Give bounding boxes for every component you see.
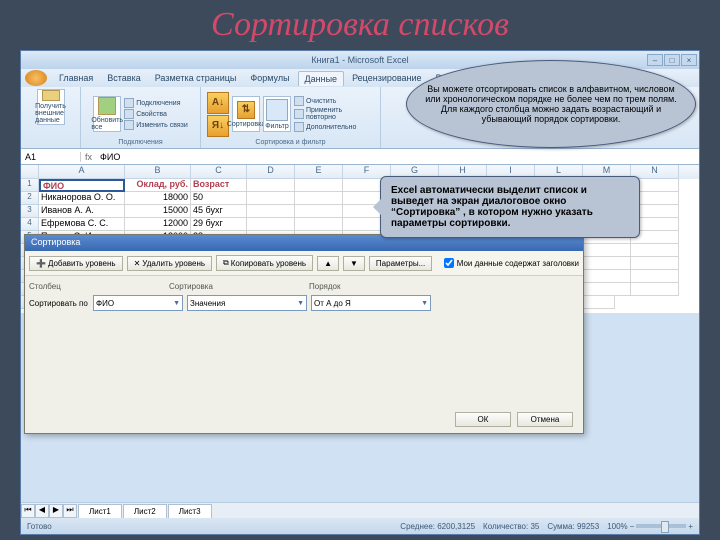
callout-bubble: Вы можете отсортировать список в алфавит… [406, 60, 696, 148]
tab-insert[interactable]: Вставка [101, 71, 146, 85]
sheet-tab[interactable]: Лист1 [78, 504, 122, 518]
col-header[interactable]: B [125, 165, 191, 179]
status-avg: Среднее: 6200,3125 [400, 522, 475, 531]
tab-data[interactable]: Данные [298, 71, 345, 86]
minimize-icon[interactable]: – [647, 54, 663, 66]
sheet-tab[interactable]: Лист2 [123, 504, 167, 518]
callout-box: Excel автоматически выделит список и выв… [380, 176, 640, 238]
col-header[interactable]: C [191, 165, 247, 179]
chevron-down-icon: ▼ [173, 300, 180, 307]
slide-title: Сортировка списков [0, 0, 720, 46]
sheet-tab[interactable]: Лист3 [168, 504, 212, 518]
window-title: Книга1 - Microsoft Excel [311, 55, 408, 65]
name-box[interactable]: A1 [21, 152, 81, 162]
office-button[interactable] [25, 70, 47, 86]
get-external-data-button[interactable]: Получить внешние данные [37, 89, 65, 125]
copy-level-button[interactable]: ⧉Копировать уровень [216, 255, 313, 271]
sheet-tabs: ⏮◀▶⏭ Лист1 Лист2 Лист3 [21, 502, 699, 518]
filter-button[interactable]: Фильтр [263, 96, 291, 132]
formula-value[interactable]: ФИО [96, 152, 124, 162]
maximize-icon[interactable]: □ [664, 54, 680, 66]
status-ready: Готово [27, 522, 52, 531]
field-select[interactable]: ФИО▼ [93, 295, 183, 311]
type-select[interactable]: Значения▼ [187, 295, 307, 311]
connections-button[interactable]: Подключения [124, 98, 188, 108]
sort-za-icon[interactable]: Я↓ [207, 115, 229, 137]
cancel-button[interactable]: Отмена [517, 412, 573, 427]
properties-button[interactable]: Свойства [124, 109, 188, 119]
add-level-button[interactable]: ➕Добавить уровень [29, 256, 123, 271]
last-sheet-icon[interactable]: ⏭ [63, 504, 77, 518]
move-down-button[interactable]: ▼ [343, 256, 365, 271]
fx-icon[interactable]: fx [81, 152, 96, 162]
sortby-label: Сортировать по [29, 299, 89, 308]
chevron-down-icon: ▼ [421, 300, 428, 307]
zoom-slider[interactable]: 100%−+ [607, 522, 693, 531]
clear-filter-button[interactable]: Очистить [294, 96, 374, 106]
status-bar: Готово Среднее: 6200,3125 Количество: 35… [21, 518, 699, 534]
edit-links-button[interactable]: Изменить связи [124, 120, 188, 130]
first-sheet-icon[interactable]: ⏮ [21, 504, 35, 518]
advanced-button[interactable]: Дополнительно [294, 122, 374, 132]
refresh-all-button[interactable]: Обновить все [93, 96, 121, 132]
reapply-button[interactable]: Применить повторно [294, 107, 374, 121]
tab-layout[interactable]: Разметка страницы [149, 71, 243, 85]
group-label: Сортировка и фильтр [255, 139, 325, 146]
prev-sheet-icon[interactable]: ◀ [35, 504, 49, 518]
ok-button[interactable]: ОК [455, 412, 511, 427]
status-sum: Сумма: 99253 [547, 522, 599, 531]
sort-az-icon[interactable]: A↓ [207, 92, 229, 114]
params-button[interactable]: Параметры... [369, 256, 432, 271]
col-label: Сортировка [169, 282, 309, 291]
group-label: Подключения [118, 139, 162, 146]
col-header[interactable]: D [247, 165, 295, 179]
col-label: Столбец [29, 282, 169, 291]
headers-checkbox[interactable]: Мои данные содержат заголовки [444, 258, 579, 268]
next-sheet-icon[interactable]: ▶ [49, 504, 63, 518]
formula-bar: A1 fx ФИО [21, 149, 699, 165]
col-label: Порядок [309, 282, 449, 291]
status-count: Количество: 35 [483, 522, 539, 531]
sort-button[interactable]: ⇅Сортировка [232, 96, 260, 132]
tab-home[interactable]: Главная [53, 71, 99, 85]
col-header[interactable]: A [39, 165, 125, 179]
delete-level-button[interactable]: ✕Удалить уровень [127, 256, 212, 271]
sort-dialog: Сортировка ➕Добавить уровень ✕Удалить ур… [24, 234, 584, 434]
order-select[interactable]: От А до Я▼ [311, 295, 431, 311]
close-icon[interactable]: × [681, 54, 697, 66]
tab-formulas[interactable]: Формулы [244, 71, 295, 85]
chevron-down-icon: ▼ [297, 300, 304, 307]
move-up-button[interactable]: ▲ [317, 256, 339, 271]
select-all[interactable] [21, 165, 39, 179]
tab-review[interactable]: Рецензирование [346, 71, 428, 85]
col-header[interactable]: E [295, 165, 343, 179]
